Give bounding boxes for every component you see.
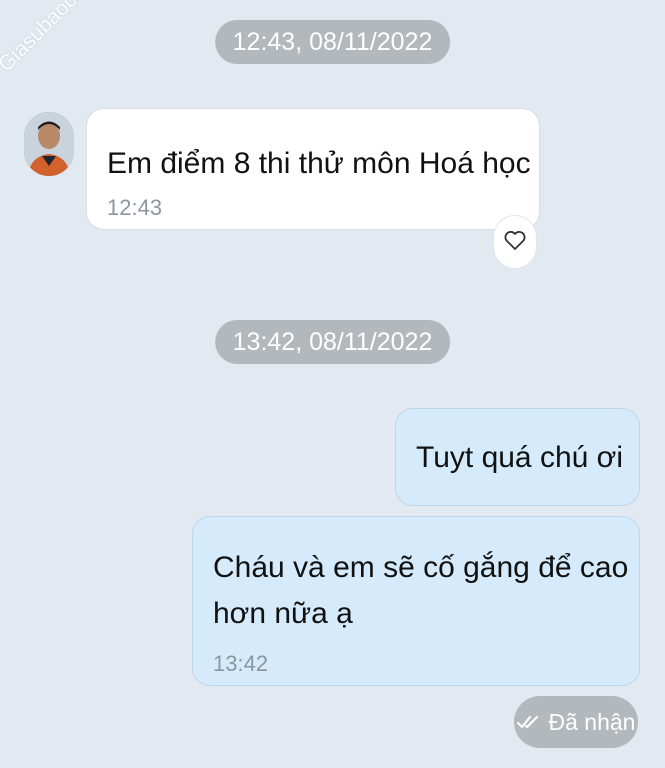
outgoing-message-text-line2: hơn nữa ạ [213,597,353,630]
incoming-message-text: Em điểm 8 thi thử môn Hoá học [107,147,531,180]
outgoing-message-text-line1: Cháu và em sẽ cố gắng để cao [213,551,629,584]
delivery-status-badge: Đã nhận [514,696,638,748]
delivery-status-label: Đã nhận [548,708,636,735]
incoming-message-bubble[interactable]: Em điểm 8 thi thử môn Hoá học 12:43 [86,108,540,230]
watermark-text: Giasubaochau.net [0,0,131,77]
incoming-message-time: 12:43 [107,195,163,220]
double-check-icon [516,709,541,736]
outgoing-message-bubble[interactable]: Cháu và em sẽ cố gắng để cao hơn nữa ạ 1… [192,516,640,686]
date-pill-2: 13:42, 08/11/2022 [214,320,451,364]
outgoing-message-bubble[interactable]: Tuyt quá chú ơi [395,408,640,506]
outgoing-message-text: Tuyt quá chú ơi [416,441,623,474]
sender-avatar[interactable] [24,112,74,176]
heart-icon [503,228,527,257]
date-pill-1: 12:43, 08/11/2022 [214,20,451,64]
outgoing-message-time: 13:42 [213,651,269,676]
reaction-button[interactable] [493,215,537,269]
